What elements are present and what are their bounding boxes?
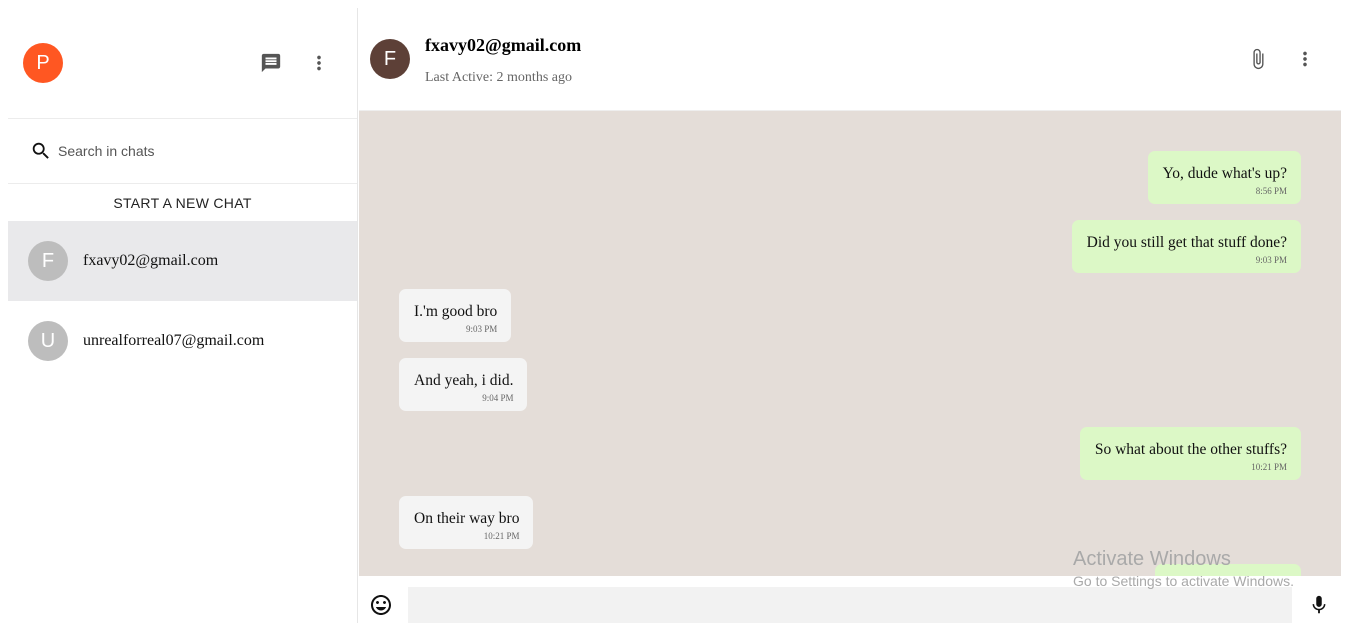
mic-icon (1312, 595, 1326, 614)
peer-last-active: Last Active: 2 months ago (425, 70, 572, 85)
message-text: So what about the other stuffs? (1094, 441, 1287, 458)
peer-avatar[interactable]: F (370, 39, 410, 79)
message-time: 10:21 PM (1251, 462, 1287, 472)
conversation-menu-button[interactable] (1287, 41, 1323, 77)
search-input[interactable] (58, 143, 318, 159)
chat-name: unrealforreal07@gmail.com (83, 332, 265, 349)
search-bar (8, 119, 357, 184)
sidebar: P START A NEW CHAT F fxavy02@gmail.com U… (8, 8, 358, 623)
message-bubble-incoming: On their way bro 10:21 PM (399, 496, 534, 549)
paperclip-icon (1253, 48, 1264, 70)
message-time: 9:03 PM (1255, 255, 1287, 265)
search-icon (32, 142, 49, 159)
emoji-icon (371, 595, 391, 615)
conversation-panel: F fxavy02@gmail.com Last Active: 2 month… (359, 0, 1341, 623)
message-text: Yo, dude what's up? (1162, 165, 1287, 182)
message-text: On their way bro (414, 510, 520, 527)
attach-button[interactable] (1240, 41, 1276, 77)
sidebar-header: P (8, 8, 357, 119)
more-vert-icon (1303, 51, 1307, 67)
chat-avatar: F (28, 241, 68, 281)
message-text: I.'m good bro (414, 303, 498, 320)
message-text: Did you still get that stuff done? (1086, 234, 1287, 251)
message-bubble-outgoing: So what about the other stuffs? 10:21 PM (1079, 427, 1301, 480)
more-vert-icon (317, 55, 321, 71)
chat-icon (261, 53, 281, 73)
message-time: 8:56 PM (1255, 186, 1287, 196)
chat-name: fxavy02@gmail.com (83, 252, 219, 269)
message-time: 10:21 PM (483, 531, 520, 541)
message-text: And yeah, i did. (414, 372, 514, 389)
chat-list-item[interactable]: F fxavy02@gmail.com (8, 221, 357, 301)
message-list[interactable]: Yo, dude what's up? 8:56 PM Did you stil… (359, 111, 1341, 576)
message-bubble-incoming: I.'m good bro 9:03 PM (399, 289, 512, 342)
message-time: 9:04 PM (482, 393, 514, 403)
message-bubble-outgoing-partial (1155, 564, 1301, 576)
message-composer (359, 576, 1341, 623)
message-bubble-incoming: And yeah, i did. 9:04 PM (399, 358, 528, 411)
new-chat-button[interactable] (253, 45, 289, 81)
conversation-header: F fxavy02@gmail.com Last Active: 2 month… (359, 0, 1341, 111)
peer-name: fxavy02@gmail.com (425, 35, 582, 55)
chat-list-item[interactable]: U unrealforreal07@gmail.com (8, 301, 357, 381)
user-avatar[interactable]: P (23, 43, 63, 83)
message-bubble-outgoing: Did you still get that stuff done? 9:03 … (1071, 220, 1301, 273)
start-new-chat-button[interactable]: START A NEW CHAT (8, 184, 357, 221)
sidebar-menu-button[interactable] (301, 45, 337, 81)
emoji-button[interactable] (363, 587, 399, 623)
message-bubble-outgoing: Yo, dude what's up? 8:56 PM (1147, 151, 1301, 204)
voice-record-button[interactable] (1301, 587, 1337, 623)
chat-avatar: U (28, 321, 68, 361)
message-input[interactable] (408, 587, 1292, 623)
message-time: 9:03 PM (466, 324, 498, 334)
